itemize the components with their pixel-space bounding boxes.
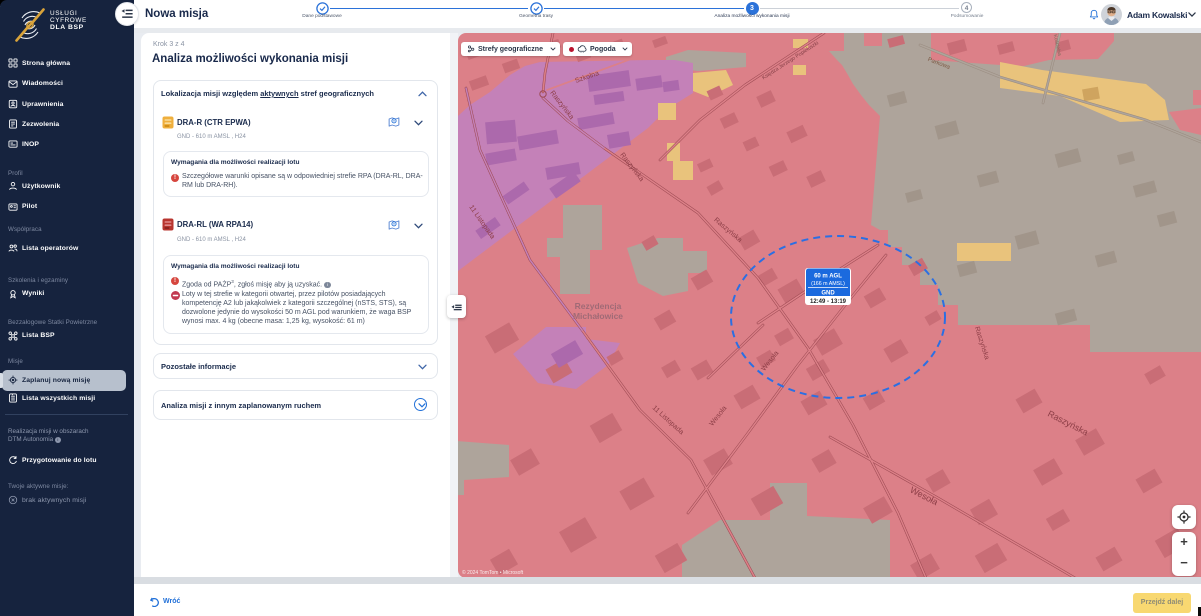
svg-text:60 m AGL: 60 m AGL [814, 274, 842, 280]
svg-text:© 2024 TomTom • Microsoft: © 2024 TomTom • Microsoft [462, 569, 524, 576]
svg-text:(166 m AMSL): (166 m AMSL) [811, 281, 845, 287]
svg-text:12:49 - 13:19: 12:49 - 13:19 [810, 299, 847, 305]
svg-text:GND: GND [821, 291, 835, 297]
svg-text:Rezydencja: Rezydencja [575, 301, 622, 311]
svg-text:Michałowice: Michałowice [573, 311, 623, 321]
